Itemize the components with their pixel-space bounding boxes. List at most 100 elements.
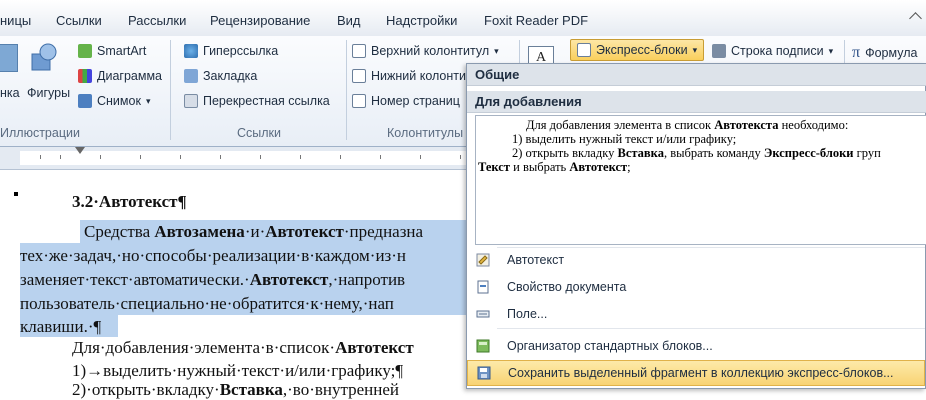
tab-view[interactable]: Вид bbox=[337, 13, 361, 28]
autotext-section-header: Для добавления bbox=[467, 91, 926, 113]
quick-parts-label: Экспресс-блоки bbox=[596, 43, 688, 57]
footer-label: Нижний колонти bbox=[371, 69, 466, 83]
menu-item-label: Свойство документа bbox=[507, 280, 627, 294]
smartart-button[interactable]: SmartArt bbox=[78, 44, 146, 58]
organizer-icon bbox=[476, 339, 490, 353]
menu-item-label: Поле... bbox=[507, 307, 548, 321]
equation-button[interactable]: π Формула bbox=[852, 44, 917, 62]
save-selection-icon bbox=[477, 366, 491, 380]
shapes-label: Фигуры bbox=[27, 86, 71, 100]
ruler-tick bbox=[140, 155, 141, 159]
cross-reference-label: Перекрестная ссылка bbox=[203, 94, 330, 108]
doc-line-4: пользователь·специально·не·обратится·к·н… bbox=[20, 294, 394, 313]
menu-item-field[interactable]: Поле... bbox=[467, 302, 925, 326]
ruler-tick bbox=[60, 155, 61, 159]
equation-label: Формула bbox=[865, 46, 918, 60]
preview-text: Для добавления элемента в список bbox=[526, 118, 715, 132]
ribbon-collapse-icon[interactable] bbox=[909, 12, 922, 25]
menu-item-building-blocks-organizer[interactable]: Организатор стандартных блоков... bbox=[467, 334, 925, 358]
preview-text-bold: Автотекст bbox=[569, 160, 628, 174]
horizontal-ruler[interactable] bbox=[0, 147, 470, 170]
page-number-button[interactable]: Номер страниц bbox=[352, 94, 460, 108]
autotext-preview[interactable]: Для добавления элемента в список Автотек… bbox=[475, 115, 926, 245]
pi-icon: π bbox=[852, 44, 861, 61]
shapes-button[interactable]: Фигуры bbox=[27, 86, 70, 100]
header-button[interactable]: Верхний колонтитул ▾ bbox=[352, 44, 499, 58]
tab-foxit[interactable]: Foxit Reader PDF bbox=[484, 13, 588, 28]
ribbon-tab-bar: ницы Ссылки Рассылки Рецензирование Вид … bbox=[0, 0, 926, 37]
ruler-tick bbox=[40, 155, 41, 159]
tab-page-layout[interactable]: ницы bbox=[0, 13, 31, 28]
hyperlink-button[interactable]: Гиперссылка bbox=[184, 44, 278, 58]
doc-text: ,·во·внутренней bbox=[282, 380, 400, 399]
general-section-header: Общие bbox=[467, 64, 926, 86]
chart-button[interactable]: Диаграмма bbox=[78, 69, 162, 83]
ruler-tick bbox=[420, 155, 421, 159]
doc-text: ,·напротив bbox=[328, 270, 406, 289]
doc-property-icon bbox=[476, 280, 490, 294]
screenshot-button[interactable]: Снимок ▾ bbox=[78, 94, 150, 108]
tab-references[interactable]: Ссылки bbox=[56, 13, 102, 28]
illustrations-group-label: Иллюстрации bbox=[0, 126, 80, 140]
doc-text: Для·добавления·элемента·в·список· bbox=[72, 338, 336, 357]
doc-text-bold: Автозамена bbox=[154, 222, 245, 241]
preview-text: и выбрать bbox=[510, 160, 570, 174]
smartart-label: SmartArt bbox=[97, 44, 147, 58]
menu-item-autotext[interactable]: Автотекст bbox=[467, 248, 925, 272]
paragraph-mark-bullet bbox=[14, 192, 18, 196]
doc-line-2: тех·же·задач,·но·способы·реализации·в·ка… bbox=[20, 246, 407, 265]
bookmark-label: Закладка bbox=[203, 69, 258, 83]
header-icon bbox=[352, 44, 366, 58]
tab-review[interactable]: Рецензирование bbox=[210, 13, 310, 28]
preview-text-bold: Экспресс-блоки bbox=[763, 146, 854, 160]
preview-line: Для добавления элемента в список Автотек… bbox=[526, 118, 848, 133]
doc-text-bold: Автотекст bbox=[249, 270, 329, 289]
chevron-down-icon: ▾ bbox=[692, 44, 698, 55]
doc-line-3: заменяет·текст·автоматически.·Автотекст,… bbox=[20, 270, 405, 290]
cross-reference-icon bbox=[184, 94, 198, 108]
chevron-down-icon: ▾ bbox=[145, 95, 151, 106]
ruler-tick bbox=[460, 155, 461, 159]
preview-text-bold: Вставка bbox=[617, 146, 664, 160]
menu-item-label: Сохранить выделенный фрагмент в коллекци… bbox=[508, 366, 894, 380]
tab-addins[interactable]: Надстройки bbox=[386, 13, 457, 28]
group-divider bbox=[346, 40, 347, 140]
preview-text-bold: Текст bbox=[478, 160, 510, 174]
header-label: Верхний колонтитул bbox=[371, 44, 490, 58]
document-page[interactable]: 3.2·Автотекст¶ Средства Автозамена·и·Авт… bbox=[0, 170, 470, 399]
signature-line-button[interactable]: Строка подписи ▾ bbox=[712, 44, 833, 58]
shapes-icon[interactable] bbox=[30, 42, 58, 72]
bookmark-button[interactable]: Закладка bbox=[184, 69, 257, 83]
cross-reference-button[interactable]: Перекрестная ссылка bbox=[184, 94, 330, 108]
preview-text-bold: Автотекста bbox=[714, 118, 779, 132]
chevron-down-icon: ▾ bbox=[828, 45, 834, 56]
menu-item-save-selection[interactable]: Сохранить выделенный фрагмент в коллекци… bbox=[467, 360, 925, 386]
picture-icon[interactable] bbox=[0, 44, 18, 72]
bookmark-icon bbox=[184, 69, 198, 83]
doc-line-7: 1)→выделить·нужный·текст·и/или·графику;¶ bbox=[72, 361, 404, 380]
preview-text: 2) открыть вкладку bbox=[512, 146, 618, 160]
chart-label: Диаграмма bbox=[97, 69, 163, 83]
menu-item-label: Организатор стандартных блоков... bbox=[507, 339, 713, 353]
page-number-label: Номер страниц bbox=[371, 94, 460, 108]
preview-line: 2) открыть вкладку Вставка, выбрать кома… bbox=[512, 146, 881, 161]
pictures-label[interactable]: нка bbox=[0, 86, 20, 100]
header-footer-group-label: Колонтитулы bbox=[387, 126, 464, 140]
globe-icon bbox=[184, 44, 198, 58]
menu-item-document-property[interactable]: Свойство документа bbox=[467, 275, 925, 299]
preview-text: необходимо: bbox=[778, 118, 849, 132]
smartart-icon bbox=[78, 44, 92, 58]
screenshot-icon bbox=[78, 94, 92, 108]
signature-line-label: Строка подписи bbox=[731, 44, 824, 58]
doc-line-8: 2)·открыть·вкладку·Вставка,·во·внутренне… bbox=[72, 380, 399, 400]
section-heading: 3.2·Автотекст¶ bbox=[72, 192, 187, 211]
ruler-tick bbox=[180, 155, 181, 159]
autotext-icon bbox=[476, 253, 490, 267]
tab-mailings[interactable]: Рассылки bbox=[128, 13, 186, 28]
quick-parts-icon bbox=[577, 43, 591, 57]
ruler-tick bbox=[300, 155, 301, 159]
quick-parts-button[interactable]: Экспресс-блоки ▾ bbox=[570, 39, 704, 61]
preview-line: 1) выделить нужный текст и/или графику; bbox=[512, 132, 737, 146]
footer-button[interactable]: Нижний колонти bbox=[352, 69, 466, 83]
indent-marker-icon[interactable] bbox=[75, 147, 85, 154]
